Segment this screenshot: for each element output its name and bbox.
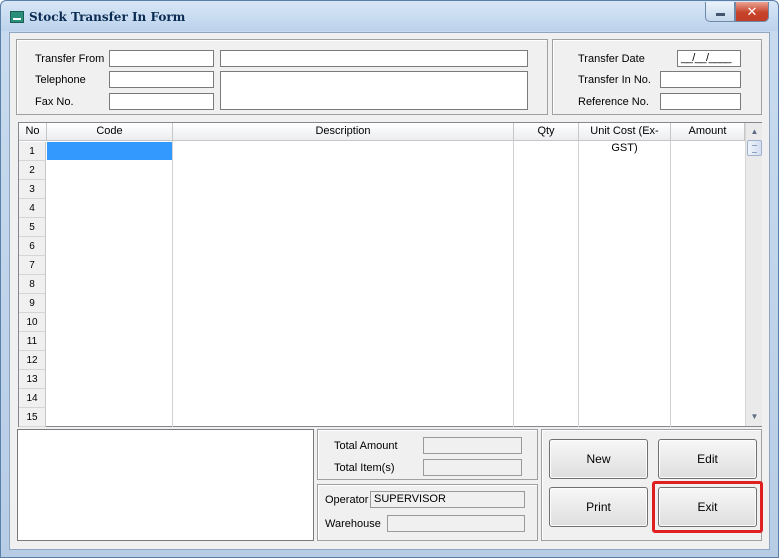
row-number[interactable]: 13 <box>19 370 46 389</box>
column-header-amount[interactable]: Amount <box>671 123 745 141</box>
minimize-button[interactable] <box>705 2 735 22</box>
column-header-unit-cost[interactable]: Unit Cost (Ex-GST) <box>579 123 671 154</box>
new-button[interactable]: New <box>549 439 648 479</box>
total-items-label: Total Item(s) <box>334 462 395 474</box>
grid-divider <box>513 141 514 427</box>
row-number[interactable]: 14 <box>19 389 46 408</box>
transfer-from-code-field[interactable] <box>109 50 214 67</box>
action-buttons-panel: New Edit Print Exit <box>541 429 763 541</box>
telephone-field[interactable] <box>109 71 214 88</box>
column-header-code[interactable]: Code <box>47 123 173 141</box>
grid-divider <box>670 141 671 427</box>
app-icon <box>10 11 24 23</box>
total-amount-label: Total Amount <box>334 440 398 452</box>
title-bar[interactable]: Stock Transfer In Form ✕ <box>1 1 778 31</box>
remarks-memo[interactable] <box>17 429 314 541</box>
column-header-description[interactable]: Description <box>173 123 514 141</box>
row-number[interactable]: 4 <box>19 199 46 218</box>
grid-divider <box>172 141 173 427</box>
row-number[interactable]: 8 <box>19 275 46 294</box>
scroll-up-arrow-icon[interactable]: ▲ <box>747 124 762 139</box>
transfer-date-label: Transfer Date <box>578 53 645 65</box>
row-number[interactable]: 11 <box>19 332 46 351</box>
scroll-down-arrow-icon[interactable]: ▼ <box>747 409 762 424</box>
warehouse-field <box>387 515 525 532</box>
row-number[interactable]: 1 <box>19 142 46 161</box>
selected-code-cell[interactable] <box>47 142 172 160</box>
transfer-from-name-field[interactable] <box>220 50 528 67</box>
row-number[interactable]: 10 <box>19 313 46 332</box>
transfer-in-no-field[interactable] <box>660 71 741 88</box>
total-amount-field <box>423 437 522 454</box>
reference-no-field[interactable] <box>660 93 741 110</box>
edit-button[interactable]: Edit <box>658 439 757 479</box>
totals-panel: Total Amount Total Item(s) <box>317 429 538 480</box>
row-number[interactable]: 3 <box>19 180 46 199</box>
row-number[interactable]: 12 <box>19 351 46 370</box>
total-items-field <box>423 459 522 476</box>
warehouse-label: Warehouse <box>325 518 381 530</box>
transfer-date-field[interactable]: __/__/____ <box>677 50 741 67</box>
row-number[interactable]: 9 <box>19 294 46 313</box>
telephone-label: Telephone <box>35 74 86 86</box>
print-button[interactable]: Print <box>549 487 648 527</box>
grid-divider <box>578 141 579 427</box>
row-number[interactable]: 5 <box>19 218 46 237</box>
exit-button[interactable]: Exit <box>658 487 757 527</box>
reference-no-label: Reference No. <box>578 96 649 108</box>
transfer-details-panel: Transfer Date __/__/____ Transfer In No.… <box>552 39 762 115</box>
operator-label: Operator <box>325 494 369 506</box>
close-button[interactable]: ✕ <box>735 2 769 22</box>
form-client-area: Transfer From Telephone Fax No. Transfer… <box>9 32 770 550</box>
grid-header: No Code Description Qty Unit Cost (Ex-GS… <box>19 123 745 154</box>
grid-scrollbar[interactable]: ▲ ▼ <box>745 123 762 426</box>
window-title: Stock Transfer In Form <box>29 10 186 24</box>
column-header-qty[interactable]: Qty <box>514 123 579 141</box>
column-header-no[interactable]: No <box>19 123 47 141</box>
row-number[interactable]: 2 <box>19 161 46 180</box>
operator-panel: Operator SUPERVISOR Warehouse <box>317 484 538 541</box>
operator-field: SUPERVISOR <box>370 491 525 508</box>
address-field[interactable] <box>220 71 528 110</box>
transfer-from-label: Transfer From <box>35 53 105 65</box>
scroll-thumb[interactable] <box>747 140 762 156</box>
items-grid[interactable]: No Code Description Qty Unit Cost (Ex-GS… <box>18 122 762 427</box>
row-number[interactable]: 6 <box>19 237 46 256</box>
row-number[interactable]: 15 <box>19 408 46 427</box>
row-number[interactable]: 7 <box>19 256 46 275</box>
fax-label: Fax No. <box>35 96 74 108</box>
fax-field[interactable] <box>109 93 214 110</box>
transfer-from-panel: Transfer From Telephone Fax No. <box>16 39 548 115</box>
transfer-in-no-label: Transfer In No. <box>578 74 651 86</box>
stock-transfer-in-window: Stock Transfer In Form ✕ Transfer From T… <box>0 0 779 558</box>
